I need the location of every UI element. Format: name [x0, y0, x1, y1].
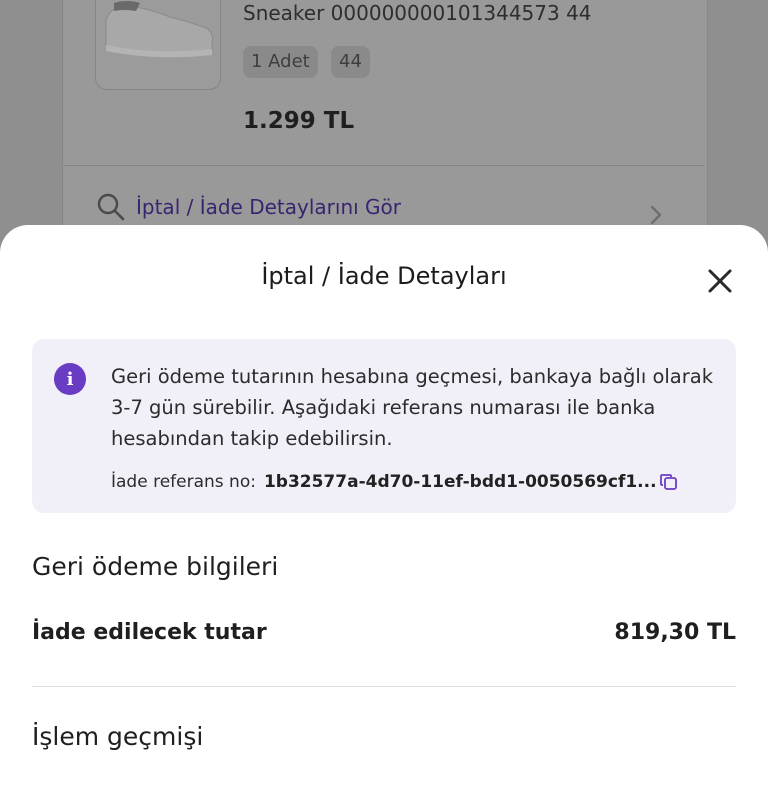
view-refund-details-link[interactable]: İptal / İade Detaylarını Gör — [96, 192, 401, 222]
product-name: Sneaker 000000000101344573 44 — [243, 1, 592, 25]
chevron-right-icon — [650, 205, 662, 225]
close-button[interactable] — [700, 261, 740, 301]
transaction-history-title: İşlem geçmişi — [32, 722, 204, 751]
section-divider — [32, 686, 736, 687]
refund-amount-label: İade edilecek tutar — [32, 620, 267, 645]
refund-info-title: Geri ödeme bilgileri — [32, 552, 279, 581]
size-chip: 44 — [331, 46, 370, 78]
product-image — [95, 0, 221, 90]
sheet-title: İptal / İade Detayları — [261, 262, 507, 290]
info-banner: i Geri ödeme tutarının hesabına geçmesi,… — [32, 339, 736, 513]
info-icon: i — [54, 363, 86, 395]
copy-reference-button[interactable] — [659, 472, 679, 492]
quantity-chip: 1 Adet — [243, 46, 318, 78]
product-price: 1.299 TL — [243, 108, 355, 134]
refund-amount-value: 819,30 TL — [614, 620, 736, 645]
close-icon — [708, 269, 732, 293]
refund-amount-row: İade edilecek tutar 819,30 TL — [32, 620, 736, 645]
card-divider — [63, 165, 705, 166]
reference-value: 1b32577a-4d70-11ef-bdd1-0050569cf1... — [263, 472, 657, 492]
search-icon — [97, 193, 125, 221]
info-message: Geri ödeme tutarının hesabına geçmesi, b… — [111, 365, 714, 450]
reference-row: İade referans no: 1b32577a-4d70-11ef-bdd… — [111, 472, 679, 492]
sneaker-image — [105, 1, 213, 58]
details-link-label: İptal / İade Detaylarını Gör — [136, 195, 401, 219]
refund-details-sheet: İptal / İade Detayları i Geri ödeme tuta… — [0, 225, 768, 785]
reference-label: İade referans no: — [111, 472, 256, 492]
copy-icon — [659, 474, 677, 490]
